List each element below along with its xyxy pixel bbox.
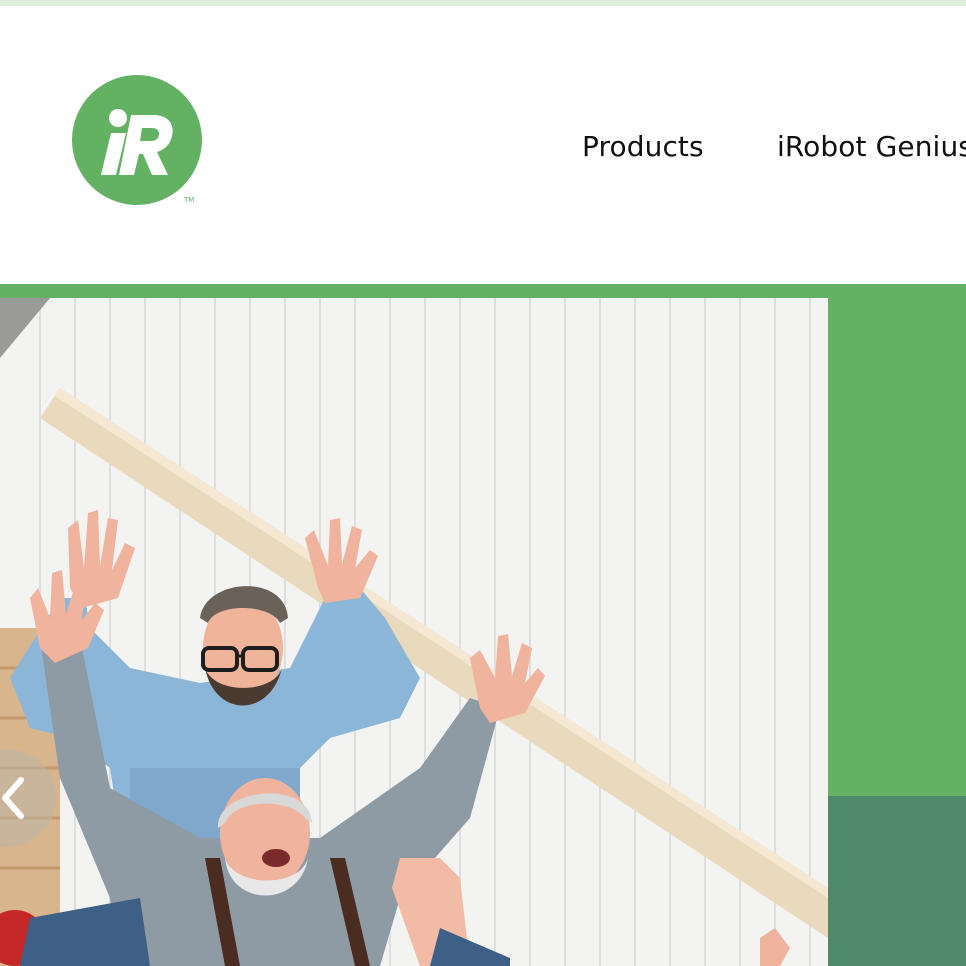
hero-image xyxy=(0,298,828,966)
chevron-left-icon xyxy=(2,777,24,819)
hero-accent-panel xyxy=(828,796,966,966)
family-celebrating-image xyxy=(0,298,828,966)
nav-item-products[interactable]: Products xyxy=(582,130,704,163)
nav-item-irobot-genius[interactable]: iRobot Genius xyxy=(777,130,966,163)
main-nav: Products iRobot Genius xyxy=(0,6,966,284)
carousel-prev-button[interactable] xyxy=(0,749,56,847)
site-header: TM Products iRobot Genius xyxy=(0,6,966,284)
hero-carousel xyxy=(0,284,966,966)
